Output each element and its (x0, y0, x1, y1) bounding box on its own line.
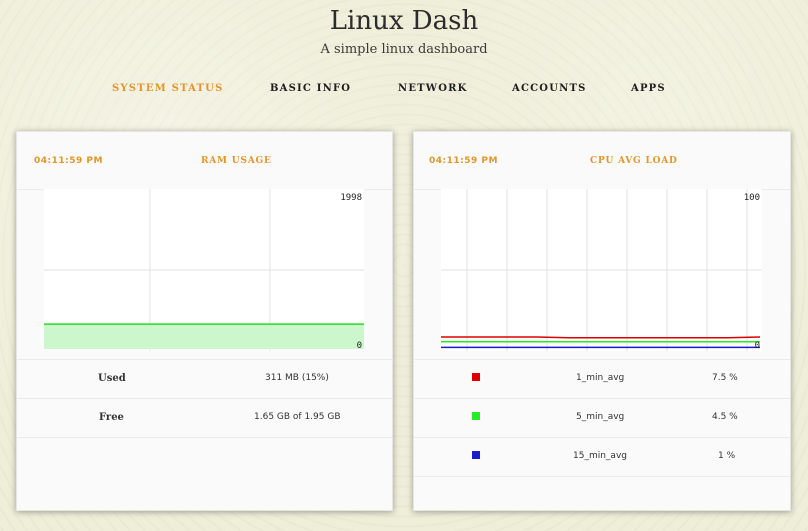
ram-card-header: 04:11:59 PM RAM USAGE (17, 132, 392, 190)
cpu-row-5min: 5_min_avg 4.5 % (414, 398, 790, 437)
nav-system-status[interactable]: SYSTEM STATUS (112, 83, 224, 94)
cpu-card-header: 04:11:59 PM CPU AVG LOAD (414, 132, 790, 190)
page-subtitle: A simple linux dashboard (320, 42, 488, 57)
ram-chart: 1998 0 (44, 189, 364, 351)
cpu-1min-label: 1_min_avg (576, 373, 625, 383)
cpu-15min-label: 15_min_avg (573, 451, 627, 461)
cpu-chart-grid (441, 189, 762, 351)
page-title: Linux Dash (329, 6, 479, 36)
ram-chart-svg: 1998 0 (44, 189, 364, 351)
page-header: Linux Dash A simple linux dashboard SYST… (0, 0, 808, 120)
ram-ymin-label: 0 (357, 341, 362, 351)
legend-swatch-1min (472, 373, 480, 381)
main-nav: SYSTEM STATUS BASIC INFO NETWORK ACCOUNT… (0, 83, 808, 99)
ram-empty-row (17, 437, 392, 476)
ram-usage-card: 04:11:59 PM RAM USAGE 1998 0 Used 311 MB… (16, 131, 393, 511)
ram-used-row: Used 311 MB (15%) (17, 359, 392, 398)
ram-free-label: Free (99, 412, 124, 423)
nav-apps[interactable]: APPS (631, 83, 666, 94)
ram-ymax-label: 1998 (340, 193, 362, 203)
cpu-chart-marks (441, 336, 761, 349)
ram-timestamp: 04:11:59 PM (34, 156, 103, 166)
ram-chart-marks (44, 323, 364, 349)
ram-used-value: 311 MB (15%) (265, 373, 329, 383)
cpu-15min-value: 1 % (718, 451, 736, 461)
legend-swatch-5min (472, 412, 480, 420)
cpu-card-title: CPU AVG LOAD (590, 156, 678, 166)
cpu-row-1min: 1_min_avg 7.5 % (414, 359, 790, 398)
cpu-line-1min (441, 336, 761, 339)
ram-area (44, 324, 364, 349)
cpu-ymax-label: 100 (744, 193, 760, 203)
cpu-ymin-label: 0 (755, 341, 760, 351)
ram-used-label: Used (98, 373, 126, 384)
cpu-row-15min: 15_min_avg 1 % (414, 437, 790, 476)
nav-network[interactable]: NETWORK (398, 83, 468, 94)
nav-basic-info[interactable]: BASIC INFO (270, 83, 351, 94)
ram-card-title: RAM USAGE (201, 156, 272, 166)
cpu-chart: 100 0 (441, 189, 762, 351)
cpu-5min-value: 4.5 % (712, 412, 738, 422)
nav-accounts[interactable]: ACCOUNTS (512, 83, 587, 94)
cpu-5min-label: 5_min_avg (576, 412, 625, 422)
ram-free-row: Free 1.65 GB of 1.95 GB (17, 398, 392, 437)
legend-swatch-15min (472, 451, 480, 459)
cpu-1min-value: 7.5 % (712, 373, 738, 383)
cpu-timestamp: 04:11:59 PM (429, 156, 498, 166)
ram-free-value: 1.65 GB of 1.95 GB (254, 412, 341, 422)
cpu-chart-svg: 100 0 (441, 189, 762, 351)
cpu-load-card: 04:11:59 PM CPU AVG LOAD 100 0 1_min_avg… (413, 131, 791, 511)
cpu-empty-row (414, 476, 790, 511)
